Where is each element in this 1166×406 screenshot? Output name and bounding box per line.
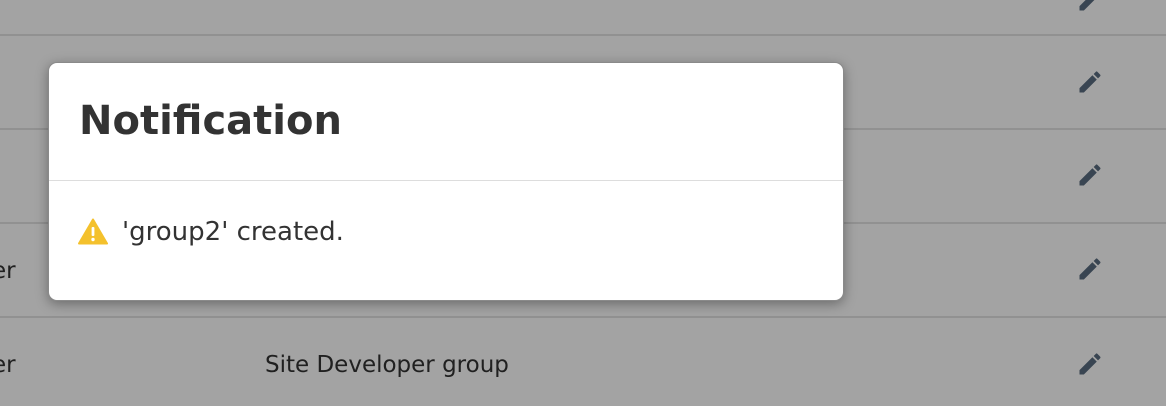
notification-message: 'group2' created. (122, 217, 344, 247)
dialog-title: Notification (79, 98, 342, 144)
notification-dialog: Notification 'group2' created. (48, 62, 844, 301)
dialog-body: 'group2' created. (49, 181, 843, 300)
dialog-header: Notification (49, 63, 843, 181)
page: er er Site Developer group Notification … (0, 0, 1166, 406)
warning-icon (78, 218, 108, 245)
